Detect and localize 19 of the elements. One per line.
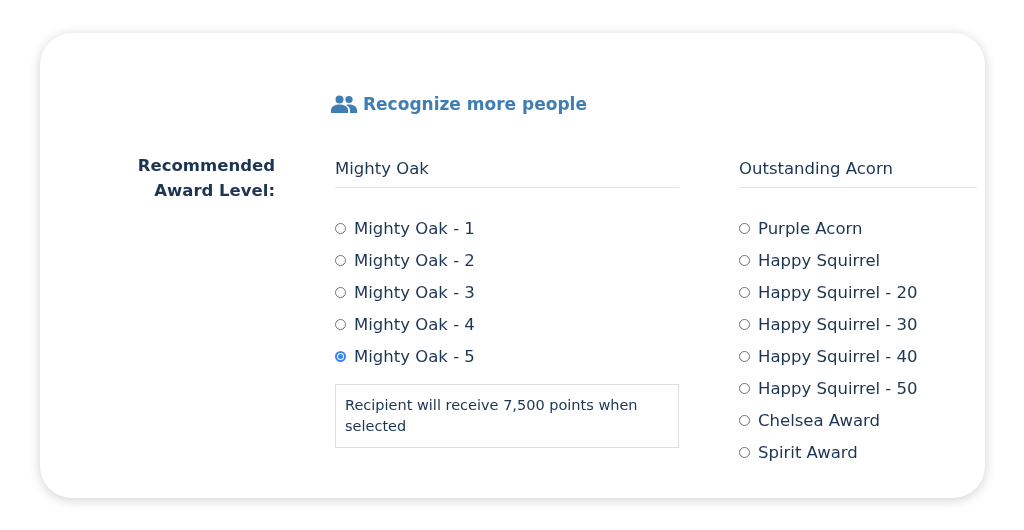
radio-option[interactable]: Purple Acorn <box>739 212 863 244</box>
radio-option[interactable]: Happy Squirrel - 30 <box>739 308 918 340</box>
radio-option[interactable]: Mighty Oak - 2 <box>335 244 475 276</box>
radio-option[interactable]: Mighty Oak - 4 <box>335 308 475 340</box>
group-title: Mighty Oak <box>335 153 679 188</box>
people-icon <box>331 95 357 113</box>
radio-option[interactable]: Mighty Oak - 1 <box>335 212 475 244</box>
radio-option[interactable]: Happy Squirrel - 20 <box>739 276 918 308</box>
radio-option[interactable]: Mighty Oak - 5 <box>335 340 475 372</box>
recognize-link[interactable]: Recognize more people <box>331 79 587 153</box>
radio-option[interactable]: Spirit Award <box>739 436 858 468</box>
radio-option[interactable]: Chelsea Award <box>739 404 880 436</box>
points-note: Recipient will receive 7,500 points when selected <box>335 384 679 448</box>
radio-option[interactable]: Happy Squirrel - 50 <box>739 372 918 404</box>
radio-option[interactable]: Happy Squirrel <box>739 244 881 276</box>
radio-option[interactable]: Happy Squirrel - 40 <box>739 340 918 372</box>
field-label: Recommended Award Level: <box>136 155 275 202</box>
group-title: Outstanding Acorn <box>739 153 977 188</box>
radio-option[interactable]: Mighty Oak - 3 <box>335 276 475 308</box>
